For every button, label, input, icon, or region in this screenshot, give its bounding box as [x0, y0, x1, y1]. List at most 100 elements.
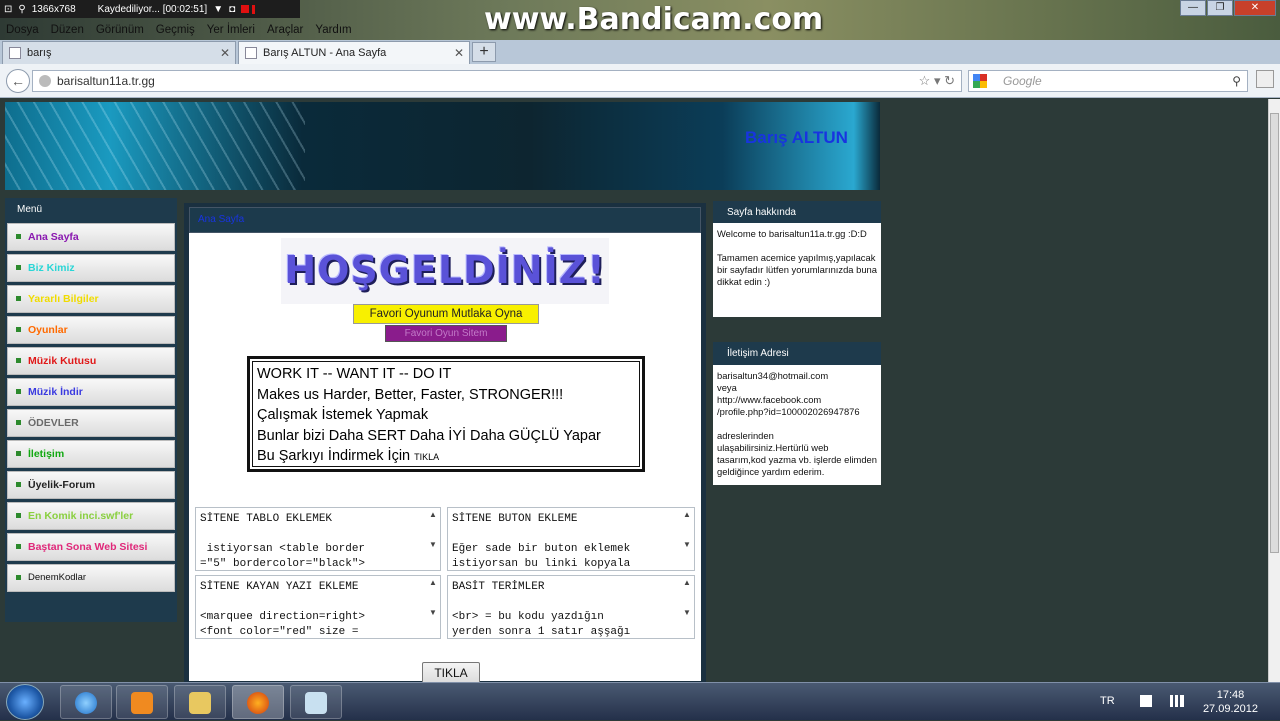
- tab-ana-sayfa[interactable]: Barış ALTUN - Ana Sayfa ✕: [238, 41, 470, 64]
- close-tab-icon[interactable]: ✕: [454, 46, 464, 60]
- page-scrollbar[interactable]: [1268, 99, 1280, 682]
- motto-box: WORK IT -- WANT IT -- DO IT Makes us Har…: [247, 356, 645, 472]
- code-box-button[interactable]: SİTENE BUTON EKLEME Eğer sade bir buton …: [447, 507, 695, 571]
- reload-icon[interactable]: ↻: [944, 73, 955, 88]
- favorite-site-button[interactable]: Favori Oyun Sitem: [385, 325, 507, 342]
- motto-line: WORK IT -- WANT IT -- DO IT: [257, 366, 452, 382]
- scroll-arrows[interactable]: ▲ ▼: [428, 510, 438, 568]
- dropdown-icon[interactable]: ▼: [213, 4, 223, 15]
- app-taskbar-button[interactable]: [290, 685, 342, 719]
- back-button[interactable]: ←: [6, 69, 30, 93]
- new-tab-button[interactable]: +: [472, 42, 496, 62]
- menu-5[interactable]: Araçlar: [267, 24, 303, 36]
- media-player-icon: [131, 692, 153, 714]
- about-header: Sayfa hakkında: [713, 201, 881, 225]
- menu-item[interactable]: Ana Sayfa: [7, 223, 175, 251]
- media-player-taskbar-button[interactable]: [116, 685, 168, 719]
- menu-item[interactable]: Müzik Kutusu: [7, 347, 175, 375]
- search-box[interactable]: Google ⚲: [968, 70, 1248, 92]
- tab-bar: barış ✕ Barış ALTUN - Ana Sayfa ✕ +: [0, 40, 1280, 64]
- menu-item[interactable]: Oyunlar: [7, 316, 175, 344]
- camera-icon[interactable]: ◘: [229, 4, 235, 15]
- search-icon: ⚲: [18, 3, 26, 15]
- contact-text: barisaltun34@hotmail.com veya http://www…: [713, 365, 881, 485]
- recorder-resolution: 1366x768: [31, 3, 76, 15]
- content-tab-header[interactable]: Ana Sayfa: [189, 207, 701, 233]
- menu-6[interactable]: Yardım: [315, 24, 351, 36]
- motto-line: Bunlar bizi Daha SERT Daha İYİ Daha GÜÇL…: [257, 427, 601, 444]
- restore-button[interactable]: ❐: [1207, 0, 1233, 16]
- tab-label: Barış ALTUN - Ana Sayfa: [263, 47, 387, 59]
- scroll-arrows[interactable]: ▲ ▼: [428, 578, 438, 636]
- scroll-arrows[interactable]: ▲ ▼: [682, 510, 692, 568]
- pause-icon[interactable]: [252, 4, 256, 14]
- close-button[interactable]: ✕: [1234, 0, 1276, 16]
- menu-2[interactable]: Görünüm: [96, 24, 144, 36]
- close-tab-icon[interactable]: ✕: [220, 46, 230, 60]
- system-tray: TR 17:48 27.09.2012: [1100, 683, 1280, 721]
- recorder-bar: ⊡ ⚲ 1366x768 Kaydediliyor... [00:02:51] …: [0, 0, 300, 18]
- firefox-icon: [247, 692, 269, 714]
- code-text: SİTENE BUTON EKLEME Eğer sade bir buton …: [452, 513, 631, 570]
- code-box-terms[interactable]: BASİT TERİMLER <br> = bu kodu yazdığın y…: [447, 575, 695, 639]
- ie-taskbar-button[interactable]: [60, 685, 112, 719]
- navigation-bar: ← barisaltun11a.tr.gg ☆ ▾ ↻ Google ⚲: [0, 64, 1280, 98]
- menu-item[interactable]: DenemKodlar: [7, 564, 175, 592]
- scroll-arrows[interactable]: ▲ ▼: [682, 578, 692, 636]
- tikla-button[interactable]: TIKLA: [422, 662, 480, 682]
- recorder-status: Kaydediliyor... [00:02:51]: [97, 3, 208, 15]
- menu-item[interactable]: Baştan Sona Web Sitesi: [7, 533, 175, 561]
- menu-1[interactable]: Düzen: [51, 24, 84, 36]
- minimize-button[interactable]: —: [1180, 0, 1206, 16]
- clock[interactable]: 17:48 27.09.2012: [1203, 688, 1258, 716]
- favorite-game-button[interactable]: Favori Oyunum Mutlaka Oyna: [353, 304, 539, 324]
- favicon-icon: [245, 47, 257, 59]
- motto-last-text: Bu Şarkıyı İndirmek İçin: [257, 448, 411, 464]
- menu-item[interactable]: Üyelik-Forum: [7, 471, 175, 499]
- menu-item[interactable]: ÖDEVLER: [7, 409, 175, 437]
- welcome-banner: HOŞGELDİNİZ!: [281, 238, 609, 304]
- extension-icon[interactable]: [1256, 70, 1274, 88]
- motto-line: Bu Şarkıyı İndirmek İçin TIKLA: [257, 446, 635, 468]
- start-button[interactable]: [6, 684, 44, 720]
- firefox-taskbar-button[interactable]: [232, 685, 284, 719]
- menu-item[interactable]: Yararlı Bilgiler: [7, 285, 175, 313]
- taskbar: TR 17:48 27.09.2012: [0, 682, 1280, 720]
- network-icon[interactable]: [1170, 695, 1184, 707]
- scrollbar-thumb[interactable]: [1270, 113, 1279, 553]
- resolution-icon: ⊡: [4, 3, 13, 15]
- google-icon: [973, 74, 987, 88]
- folder-icon: [189, 692, 211, 714]
- record-icon[interactable]: [241, 5, 250, 13]
- header-graphic: [5, 102, 305, 190]
- web-page: Barış ALTUN Menü Ana Sayfa Biz Kimiz Yarar…: [0, 99, 1268, 682]
- tab-baris[interactable]: barış ✕: [2, 41, 236, 64]
- menu-0[interactable]: Dosya: [6, 24, 39, 36]
- bookmark-star-icon[interactable]: ☆: [919, 73, 931, 88]
- menu-4[interactable]: Yer İmleri: [207, 24, 255, 36]
- search-icon[interactable]: ⚲: [1232, 71, 1241, 91]
- menu-item[interactable]: Müzik İndir: [7, 378, 175, 406]
- menu-item[interactable]: En Komik inci.swf'ler: [7, 502, 175, 530]
- menu-item[interactable]: Biz Kimiz: [7, 254, 175, 282]
- browser-menubar: Dosya Düzen Görünüm Geçmiş Yer İmleri Araçlar…: [0, 20, 600, 40]
- time: 17:48: [1216, 689, 1245, 701]
- explorer-taskbar-button[interactable]: [174, 685, 226, 719]
- address-bar[interactable]: barisaltun11a.tr.gg ☆ ▾ ↻: [32, 70, 962, 92]
- code-box-table[interactable]: SİTENE TABLO EKLEMEK istiyorsan <table b…: [195, 507, 441, 571]
- content-area: Ana Sayfa HOŞGELDİNİZ! Favori Oyunum Mut…: [189, 207, 701, 682]
- site-title: Barış ALTUN: [745, 128, 848, 147]
- download-link[interactable]: TIKLA: [414, 452, 439, 462]
- language-indicator[interactable]: TR: [1100, 695, 1115, 707]
- code-text: BASİT TERİMLER <br> = bu kodu yazdığın y…: [452, 581, 631, 638]
- menu-3[interactable]: Geçmiş: [156, 24, 195, 36]
- app-icon: [305, 692, 327, 714]
- code-box-marquee[interactable]: SİTENE KAYAN YAZI EKLEME <marquee direct…: [195, 575, 441, 639]
- code-text: SİTENE TABLO EKLEMEK istiyorsan <table b…: [200, 513, 366, 570]
- url-dropdown-icon[interactable]: ▾: [934, 73, 941, 88]
- internet-explorer-icon: [75, 692, 97, 714]
- globe-icon: [39, 75, 51, 87]
- content-panel: Ana Sayfa HOŞGELDİNİZ! Favori Oyunum Mut…: [184, 203, 706, 682]
- flag-icon[interactable]: [1140, 695, 1152, 707]
- menu-item[interactable]: İletişim: [7, 440, 175, 468]
